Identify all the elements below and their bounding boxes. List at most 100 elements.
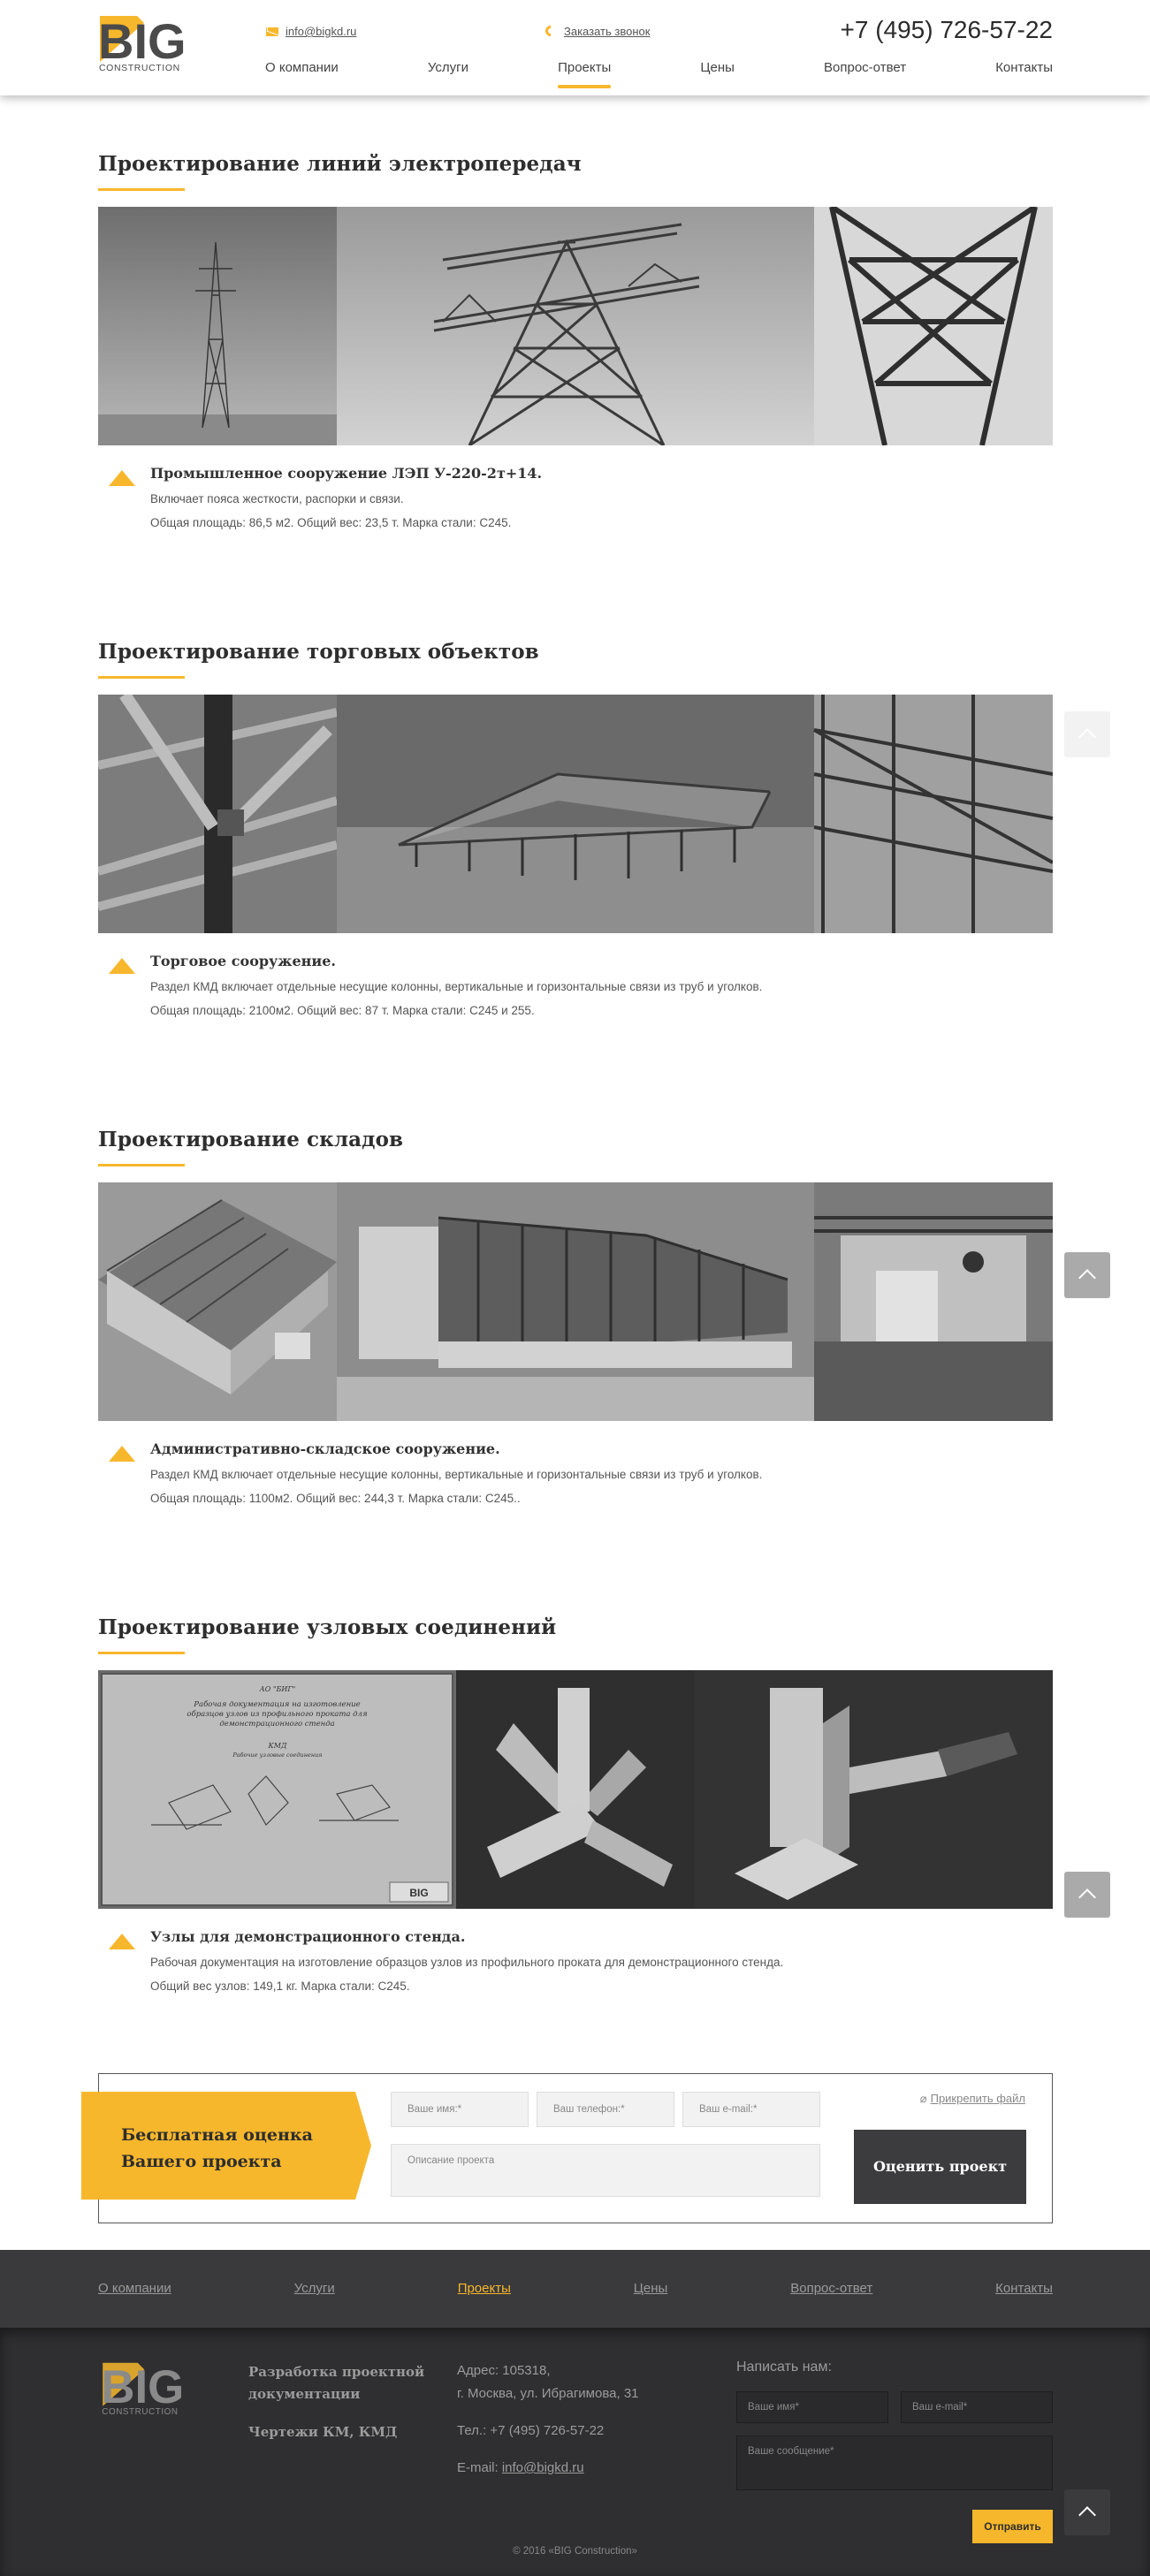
project-description-input[interactable]: Описание проекта (391, 2144, 820, 2197)
project-detail-line: Общая площадь: 2100м2. Общий вес: 87 т. … (150, 1004, 535, 1017)
header-phone[interactable]: +7 (495) 726-57-22 (840, 16, 1053, 44)
photo-joint-model-1[interactable] (456, 1670, 695, 1909)
project-item-title: Узлы для демонстрационного стенда. (150, 1928, 466, 1945)
project-section-retail: Проектирование торговых объектов Торгово… (98, 640, 1053, 1022)
project-gallery[interactable]: АО "БИГ" Рабочая документация на изготов… (98, 1670, 1053, 1909)
estimate-badge: Бесплатная оценка Вашего проекта (81, 2092, 371, 2200)
nav-prices[interactable]: Цены (700, 60, 735, 88)
photo-roof-truss[interactable] (813, 695, 1053, 933)
callback-link[interactable]: Заказать звонок (543, 23, 650, 39)
site-footer: BIG CONSTRUCTION Разработка проектной до… (0, 2328, 1150, 2576)
write-us-heading: Написать нам: (736, 2359, 832, 2375)
svg-text:CONSTRUCTION: CONSTRUCTION (102, 2407, 178, 2417)
callback-label[interactable]: Заказать звонок (564, 25, 650, 38)
footer-service-drawings: Чертежи КМ, КМД (248, 2424, 398, 2440)
logo-mark: BIG (101, 2361, 184, 2413)
name-input[interactable]: Ваше имя:* (391, 2092, 529, 2127)
svg-text:КМД: КМД (268, 1742, 287, 1750)
phone-input[interactable]: Ваш телефон:* (537, 2092, 674, 2127)
footer-services: Разработка проектной документации Чертеж… (248, 2361, 434, 2443)
footer-send-button[interactable]: Отправить (972, 2510, 1053, 2543)
title-underline (98, 1164, 185, 1166)
attach-file-link[interactable]: ⌀ Прикрепить файл (920, 2092, 1025, 2106)
footer-nav-faq[interactable]: Вопрос-ответ (790, 2281, 872, 2296)
photo-tower-mid[interactable] (337, 207, 814, 445)
footer-nav-prices[interactable]: Цены (634, 2281, 668, 2296)
project-detail-line: Общая площадь: 86,5 м2. Общий вес: 23,5 … (150, 516, 512, 529)
photo-warehouse-front[interactable] (337, 1182, 814, 1421)
footer-address-line: г. Москва, ул. Ибрагимова, 31 (457, 2386, 639, 2401)
project-description: Торговое сооружение. Раздел КМД включает… (98, 953, 1053, 1022)
project-description: Узлы для демонстрационного стенда. Рабоч… (98, 1928, 1053, 1998)
footer-email-row: E-mail: info@bigkd.ru (457, 2457, 639, 2480)
photo-tower-far[interactable] (98, 207, 337, 445)
photo-drawing-sheet[interactable]: АО "БИГ" Рабочая документация на изготов… (98, 1670, 456, 1909)
project-item-title: Промышленное сооружение ЛЭП У-220-2т+14. (150, 465, 543, 482)
nav-about[interactable]: О компании (265, 60, 339, 88)
footer-email-label: E-mail: (457, 2460, 502, 2475)
triangle-bullet-icon (109, 1934, 135, 1949)
project-description: Административно-складское сооружение. Ра… (98, 1440, 1053, 1510)
footer-email-input[interactable]: Ваш e-mail* (901, 2391, 1053, 2423)
svg-text:АО "БИГ": АО "БИГ" (259, 1685, 296, 1693)
scroll-top-button[interactable] (1064, 1872, 1110, 1918)
attach-file-label[interactable]: Прикрепить файл (931, 2092, 1025, 2105)
triangle-bullet-icon (109, 1446, 135, 1462)
email-input[interactable]: Ваш e-mail:* (682, 2092, 820, 2127)
project-section-warehouses: Проектирование складов Административно-с… (98, 1128, 1053, 1510)
svg-text:BIG: BIG (409, 1887, 428, 1899)
project-gallery[interactable] (98, 695, 1053, 933)
estimate-submit-button[interactable]: Оценить проект (854, 2130, 1026, 2204)
section-title: Проектирование узловых соединений (98, 1615, 557, 1639)
scroll-top-button[interactable] (1064, 2489, 1110, 2535)
project-gallery[interactable] (98, 207, 1053, 445)
footer-email-link[interactable]: info@bigkd.ru (502, 2460, 584, 2475)
project-section-joints: Проектирование узловых соединений АО "БИ… (98, 1615, 1053, 1998)
section-title: Проектирование торговых объектов (98, 640, 539, 664)
project-detail-line: Раздел КМД включает отдельные несущие ко… (150, 980, 763, 993)
title-underline (98, 188, 185, 191)
footer-logo[interactable]: BIG CONSTRUCTION (98, 2359, 201, 2418)
site-header: BIG CONSTRUCTION info@bigkd.ru Заказать … (0, 0, 1150, 95)
photo-beam-joint[interactable] (98, 695, 339, 933)
project-detail-line: Включает пояса жесткости, распорки и свя… (150, 492, 404, 505)
photo-joint-model-2[interactable] (695, 1670, 1053, 1909)
triangle-bullet-icon (109, 958, 135, 974)
project-detail-line: Общий вес узлов: 149,1 кг. Марка стали: … (150, 1979, 410, 1993)
triangle-bullet-icon (109, 470, 135, 486)
photo-warehouse-entrance[interactable] (814, 1182, 1053, 1421)
project-detail-line: Рабочая документация на изготовление обр… (150, 1956, 784, 1969)
photo-warehouse-aerial[interactable] (98, 1182, 337, 1421)
envelope-icon (266, 27, 278, 36)
footer-contacts: Адрес: 105318, г. Москва, ул. Ибрагимова… (457, 2359, 639, 2480)
svg-text:BIG: BIG (98, 13, 187, 69)
big-logo[interactable]: BIG CONSTRUCTION (98, 12, 201, 74)
nav-faq[interactable]: Вопрос-ответ (824, 60, 906, 88)
photo-tower-detail[interactable] (814, 207, 1053, 445)
section-title: Проектирование складов (98, 1128, 404, 1151)
footer-nav-services[interactable]: Услуги (294, 2281, 335, 2296)
project-detail-line: Общая площадь: 1100м2. Общий вес: 244,3 … (150, 1492, 521, 1505)
footer-address-line: Адрес: 105318, (457, 2363, 551, 2378)
footer-name-input[interactable]: Ваше имя* (736, 2391, 888, 2423)
footer-nav-projects[interactable]: Проекты (458, 2281, 511, 2296)
footer-nav-about[interactable]: О компании (98, 2281, 171, 2296)
section-title: Проектирование линий электропередач (98, 152, 582, 176)
photo-canopy[interactable] (337, 695, 814, 933)
nav-contacts[interactable]: Контакты (995, 60, 1053, 88)
scroll-top-button[interactable] (1064, 1252, 1110, 1298)
footer-message-input[interactable]: Ваше сообщение* (736, 2435, 1053, 2490)
footer-phone[interactable]: Тел.: +7 (495) 726-57-22 (457, 2420, 639, 2443)
header-email-link[interactable]: info@bigkd.ru (266, 25, 356, 38)
svg-text:Рабочие узловые соединения: Рабочие узловые соединения (232, 1752, 322, 1759)
footer-service-design: Разработка проектной документации (248, 2364, 425, 2402)
nav-projects[interactable]: Проекты (558, 60, 612, 88)
phone-icon (543, 23, 559, 39)
project-gallery[interactable] (98, 1182, 1053, 1421)
title-underline (98, 1652, 185, 1654)
scroll-top-button[interactable] (1064, 711, 1110, 757)
estimate-heading: Бесплатная оценка Вашего проекта (121, 2125, 313, 2171)
header-email[interactable]: info@bigkd.ru (286, 25, 356, 38)
footer-nav-contacts[interactable]: Контакты (995, 2281, 1053, 2296)
nav-services[interactable]: Услуги (428, 60, 468, 88)
